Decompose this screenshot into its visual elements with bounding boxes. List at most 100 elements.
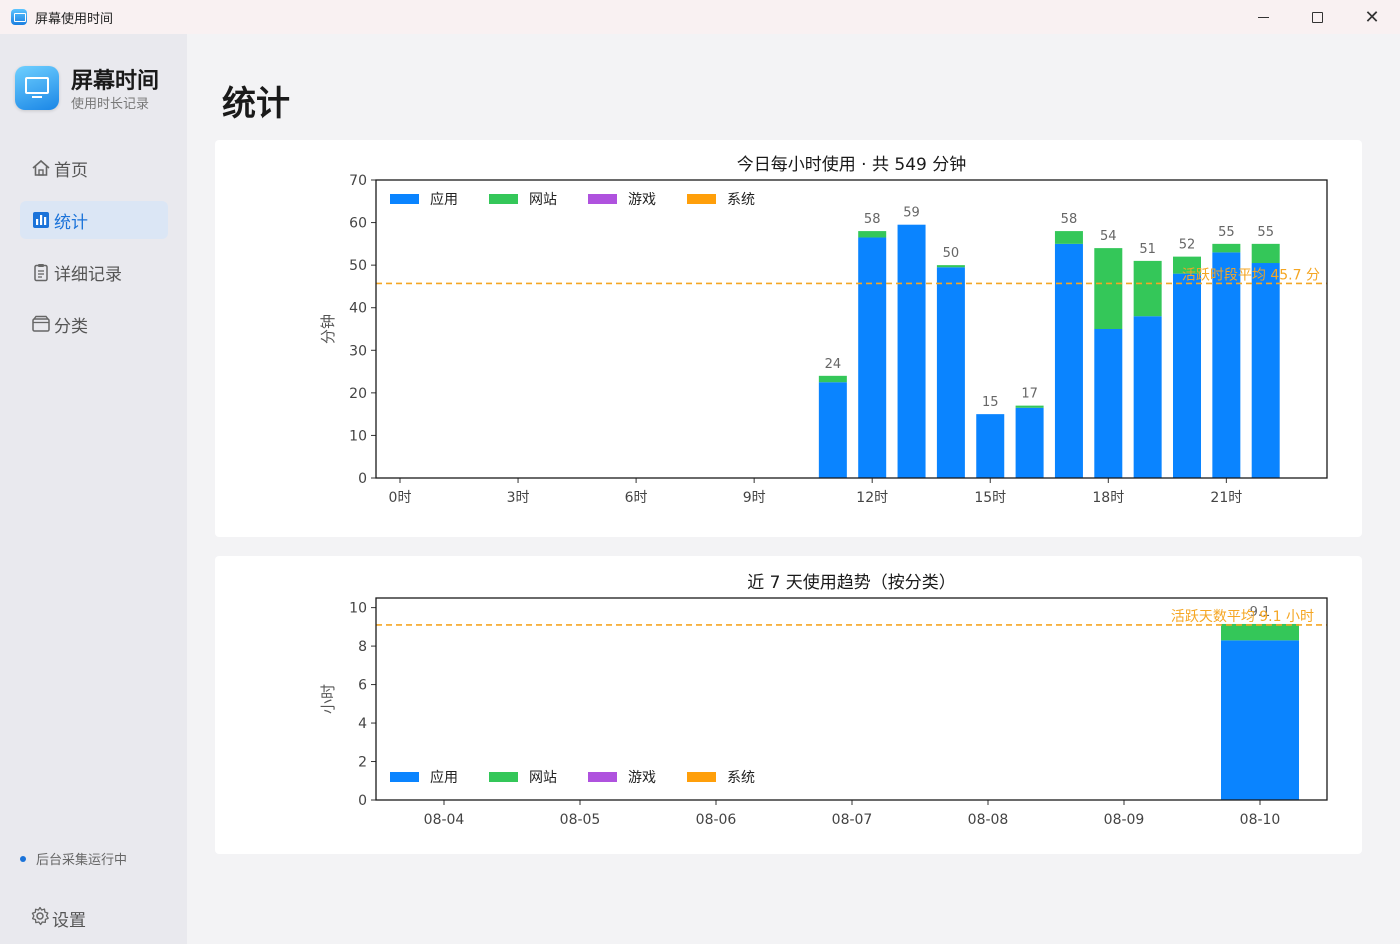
sidebar-item-details[interactable]: 详细记录 xyxy=(20,253,168,291)
y-tick-label: 60 xyxy=(349,216,367,232)
y-tick-label: 4 xyxy=(358,716,367,732)
bar-chart-icon xyxy=(30,209,52,231)
sidebar-item-label: 详细记录 xyxy=(54,264,122,285)
x-tick-label: 15时 xyxy=(974,490,1006,506)
x-tick-label: 18时 xyxy=(1092,490,1124,506)
x-tick-label: 9时 xyxy=(743,490,766,506)
status-text: 后台采集运行中 xyxy=(36,853,128,868)
bar-segment xyxy=(818,382,847,478)
bar-segment xyxy=(858,231,887,238)
bar-value-label: 17 xyxy=(1021,387,1038,402)
legend-swatch xyxy=(489,194,518,204)
gear-icon xyxy=(30,906,50,931)
legend-swatch xyxy=(489,772,518,782)
hourly-usage-chart: 今日每小时使用 · 共 549 分钟分钟 0 10 20 30 40 50 60 70 24 58 5… xyxy=(319,154,1328,506)
y-tick-label: 0 xyxy=(358,471,367,487)
maximize-button[interactable] xyxy=(1290,0,1344,34)
bar-segment xyxy=(1251,243,1280,264)
bar-value-label: 50 xyxy=(943,246,960,261)
settings-label: 设置 xyxy=(52,911,86,931)
bar-value-label: 55 xyxy=(1257,225,1274,240)
title-bar: 屏幕使用时间 ✕ xyxy=(0,0,1400,34)
x-tick-label: 08-06 xyxy=(696,812,737,828)
legend-label: 网站 xyxy=(529,192,557,208)
page-title: 统计 xyxy=(222,84,290,124)
bar-segment xyxy=(1094,248,1123,329)
legend-label: 应用 xyxy=(430,769,458,786)
hourly-usage-card: 今日每小时使用 · 共 549 分钟 分钟 0 10 20 30 40 50 60 70 24 58 5… xyxy=(215,140,1362,537)
x-tick-label: 12时 xyxy=(856,490,888,506)
bar-segment xyxy=(1212,252,1241,478)
bar-segment xyxy=(1015,405,1044,408)
legend-swatch xyxy=(687,772,716,782)
app-icon xyxy=(11,9,27,25)
bar-segment xyxy=(897,224,926,478)
bar-segment xyxy=(1251,263,1280,478)
minimize-button[interactable] xyxy=(1236,0,1290,34)
legend-swatch xyxy=(588,194,617,204)
y-axis-label: 分钟 xyxy=(319,314,337,344)
sidebar-item-stats[interactable]: 统计 xyxy=(20,201,168,239)
bar-value-label: 58 xyxy=(1061,212,1078,227)
brand-logo-icon xyxy=(15,66,59,110)
sidebar-item-label: 分类 xyxy=(54,316,88,337)
clipboard-icon xyxy=(30,261,52,283)
legend-swatch xyxy=(390,194,419,204)
x-tick-label: 08-10 xyxy=(1240,812,1281,828)
y-tick-label: 0 xyxy=(358,793,367,809)
y-tick-label: 8 xyxy=(358,639,367,655)
y-tick-label: 30 xyxy=(349,343,367,359)
bar-value-label: 54 xyxy=(1100,229,1117,244)
home-icon xyxy=(30,157,52,179)
bar-segment xyxy=(1133,316,1162,478)
brand-title: 屏幕时间 xyxy=(71,69,160,94)
bar-segment xyxy=(858,237,887,478)
legend-swatch xyxy=(390,772,419,782)
y-tick-label: 10 xyxy=(349,428,367,444)
folder-icon xyxy=(30,313,52,335)
sidebar-item-home[interactable]: 首页 xyxy=(20,149,168,187)
settings-button[interactable]: 设置 xyxy=(30,906,86,931)
legend-label: 游戏 xyxy=(628,770,656,786)
maximize-icon xyxy=(1311,11,1323,23)
bar-value-label: 52 xyxy=(1179,238,1196,253)
bar-segment xyxy=(936,265,965,268)
legend-swatch xyxy=(687,194,716,204)
background-status: 后台采集运行中 xyxy=(20,849,127,868)
weekly-trend-chart: 近 7 天使用趋势（按分类）小时0246810 9.108-04 08-05 08-0… xyxy=(319,572,1328,828)
y-tick-label: 50 xyxy=(349,258,367,274)
legend-label: 系统 xyxy=(727,770,755,786)
y-tick-label: 2 xyxy=(358,755,367,771)
legend-label: 应用 xyxy=(430,191,458,208)
bar-value-label: 55 xyxy=(1218,225,1235,240)
bar-segment xyxy=(976,414,1005,478)
close-button[interactable]: ✕ xyxy=(1345,0,1399,34)
bar-value-label: 15 xyxy=(982,395,999,410)
bar-segment xyxy=(818,375,847,383)
bar-segment xyxy=(1173,273,1201,478)
y-tick-label: 40 xyxy=(349,301,367,317)
bar-value-label: 51 xyxy=(1139,242,1156,257)
bar-segment xyxy=(1015,407,1044,478)
bar-segment xyxy=(1054,231,1083,244)
x-tick-label: 08-07 xyxy=(832,812,873,828)
sidebar-item-categories[interactable]: 分类 xyxy=(20,305,168,343)
weekly-trend-card: 近 7 天使用趋势（按分类） 小时 0 2 4 6 8 10 9.1 08-04 08-05 08-0… xyxy=(215,556,1362,854)
y-tick-label: 6 xyxy=(358,678,367,694)
x-tick-label: 3时 xyxy=(507,490,530,506)
bar-segment xyxy=(1054,243,1083,478)
status-dot xyxy=(20,855,26,862)
bar-segment xyxy=(936,267,965,478)
x-tick-label: 08-09 xyxy=(1104,812,1145,828)
x-tick-label: 21时 xyxy=(1210,490,1242,506)
window-title: 屏幕使用时间 xyxy=(35,11,114,27)
y-tick-label: 20 xyxy=(349,386,367,402)
y-tick-label: 10 xyxy=(349,601,367,617)
minimize-icon xyxy=(1257,16,1269,18)
x-tick-label: 08-08 xyxy=(968,812,1009,828)
chart-title: 今日每小时使用 · 共 549 分钟 xyxy=(737,154,966,175)
bar-value-label: 59 xyxy=(903,206,920,221)
sidebar-item-label: 统计 xyxy=(54,212,88,233)
bar-segment xyxy=(1212,243,1241,253)
x-tick-label: 6时 xyxy=(625,490,648,506)
